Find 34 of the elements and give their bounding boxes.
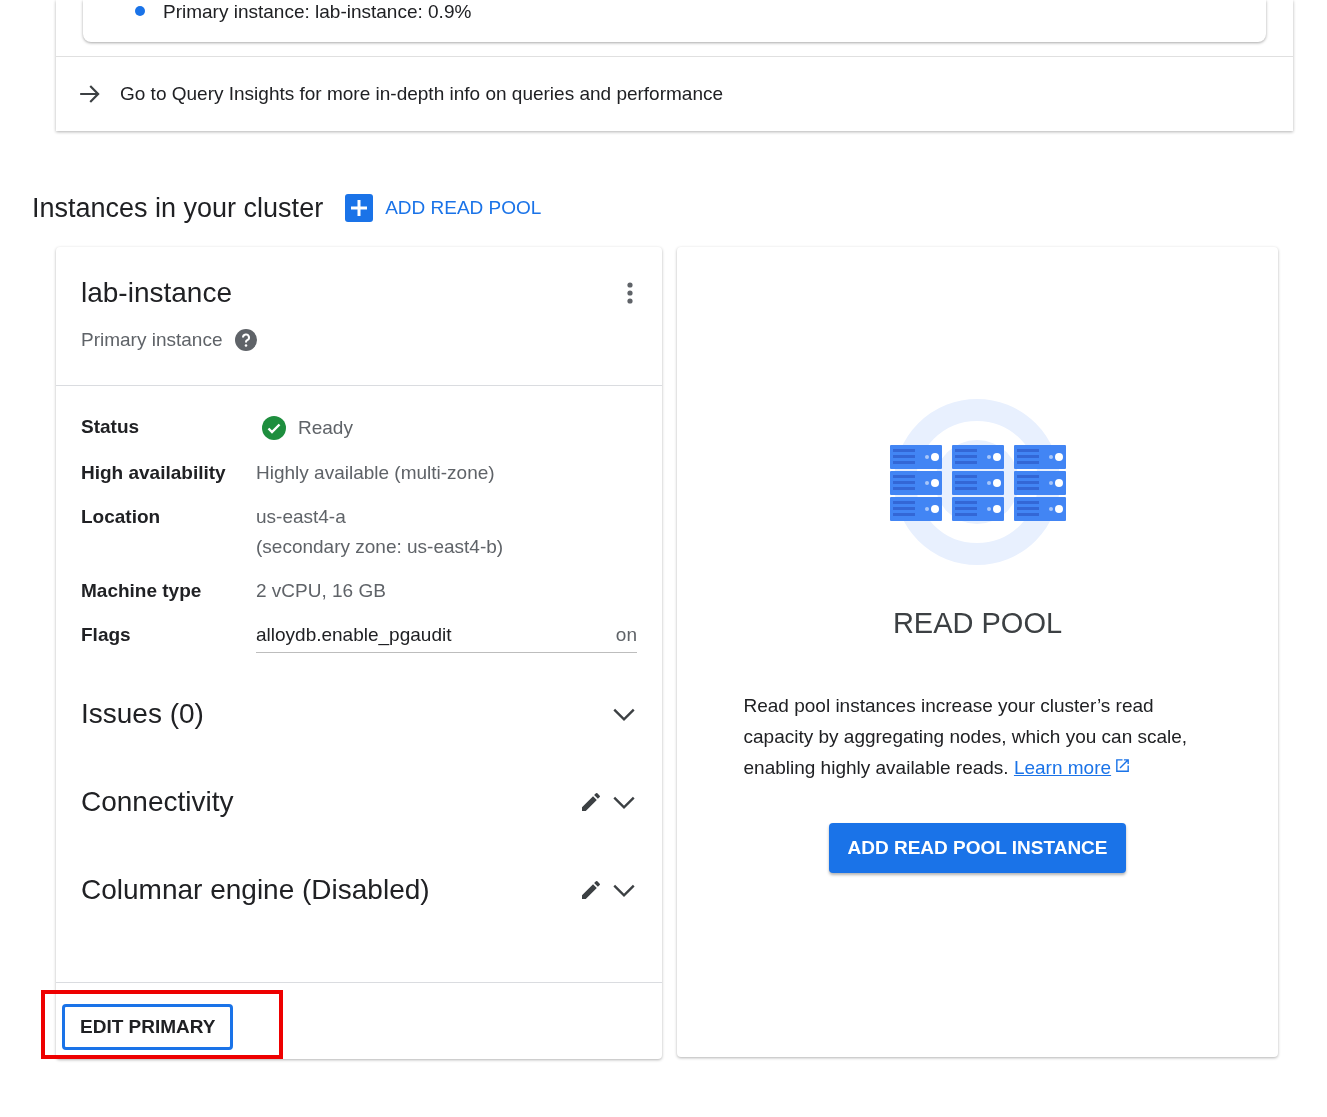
detail-value: Highly available (multi-zone) bbox=[256, 462, 496, 484]
pencil-icon[interactable] bbox=[579, 878, 603, 902]
flag-value: on bbox=[615, 624, 637, 646]
detail-label: Status bbox=[81, 416, 141, 438]
instance-name: lab-instance bbox=[81, 277, 232, 309]
read-pool-description: Read pool instances increase your cluster’s read capacity by aggregating nodes, which you can scale, enabling highly available reads. Learn more bbox=[743, 694, 1189, 780]
read-pool-title: READ POOL bbox=[892, 607, 1063, 640]
edit-primary-button[interactable]: EDIT PRIMARY bbox=[62, 1003, 234, 1050]
section-title[interactable]: Columnar engine (Disabled) bbox=[81, 874, 430, 906]
section-heading: Instances in your cluster bbox=[32, 192, 324, 224]
detail-value: 2 vCPU, 16 GB bbox=[256, 580, 387, 602]
section-title[interactable]: Connectivity bbox=[81, 786, 234, 818]
query-insights-link[interactable]: Go to Query Insights for more in-depth info on queries and performance bbox=[120, 83, 724, 105]
detail-label: Location bbox=[81, 506, 162, 528]
external-link-icon bbox=[1114, 757, 1132, 774]
section-title[interactable]: Issues (0) bbox=[81, 698, 204, 730]
pencil-icon[interactable] bbox=[579, 790, 603, 814]
flag-name: alloydb.enable_pgaudit bbox=[256, 624, 452, 646]
help-icon[interactable] bbox=[234, 329, 257, 351]
detail-value: (secondary zone: us-east4-b) bbox=[256, 536, 505, 558]
legend-text: Primary instance: lab-instance: 0.9% bbox=[163, 2, 472, 21]
detail-label: High availability bbox=[81, 462, 227, 484]
detail-label: Machine type bbox=[81, 580, 203, 602]
detail-label: Flags bbox=[81, 624, 132, 646]
check-circle-icon bbox=[262, 416, 286, 440]
more-options-icon[interactable] bbox=[626, 281, 634, 305]
legend-dot bbox=[135, 6, 145, 16]
add-read-pool-button[interactable]: ADD READ POOL bbox=[345, 194, 542, 222]
learn-more-link[interactable]: Learn more bbox=[1013, 757, 1132, 778]
plus-icon bbox=[345, 194, 374, 222]
detail-value: Ready bbox=[298, 417, 353, 439]
instance-role: Primary instance bbox=[81, 329, 223, 351]
detail-value: us-east4-a bbox=[256, 506, 347, 528]
add-read-pool-instance-button[interactable]: ADD READ POOL INSTANCE bbox=[829, 823, 1126, 873]
